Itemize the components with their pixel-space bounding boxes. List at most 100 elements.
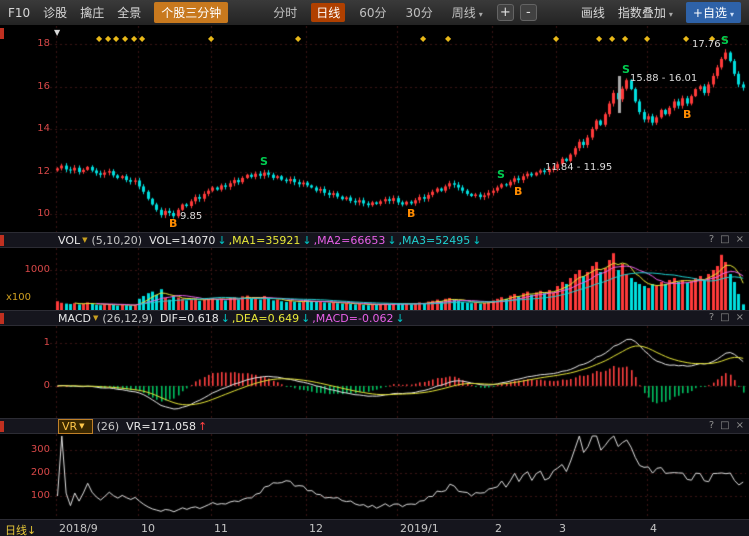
diamond-marker-icon: ◆	[105, 35, 111, 43]
trend-down-arrow-icon: ↓	[302, 234, 311, 247]
chart-corner-dropdown[interactable]: ▼	[54, 28, 60, 37]
x-axis-month-label: 2018/9	[59, 522, 98, 535]
period-tab-3[interactable]: 30分	[401, 3, 438, 22]
main-candlestick-panel: ▼ 1816141210◆◆◆◆◆◆◆◆◆◆◆◆◆◆◆◆◆◆SSSSBBBB17…	[0, 26, 749, 232]
indicator-value: VOL=14070	[149, 234, 215, 247]
sell-signal-marker: S	[721, 35, 729, 46]
add-watchlist-button[interactable]: +自选▾	[686, 2, 741, 23]
period-dropdown[interactable]: 周线▾	[447, 3, 488, 22]
stock-3min-button[interactable]: 个股三分钟	[154, 2, 228, 23]
toolbar-nav-item-0[interactable]: F10	[8, 6, 30, 20]
x-axis-month-label: 10	[141, 522, 155, 535]
vol-title-label: VOL	[58, 234, 80, 247]
volume-chart-canvas[interactable]	[0, 248, 749, 310]
diamond-marker-icon: ◆	[644, 35, 650, 43]
diamond-marker-icon: ◆	[122, 35, 128, 43]
help-icon[interactable]: ?	[709, 312, 714, 323]
macd-panel: 10	[0, 326, 749, 418]
panel-window-controls: ? □ ×	[709, 420, 744, 431]
index-overlay-label: 指数叠加	[618, 6, 666, 20]
y-axis-tick: 100	[22, 490, 50, 502]
diamond-marker-icon: ◆	[131, 35, 137, 43]
chevron-down-icon: ▾	[669, 10, 673, 19]
x-axis-month-label: 12	[309, 522, 323, 535]
close-icon[interactable]: ×	[736, 312, 744, 323]
zoom-out-button[interactable]: -	[520, 4, 537, 21]
y-axis-tick: 1	[22, 337, 50, 349]
draw-line-button[interactable]: 画线	[581, 4, 605, 21]
diamond-marker-icon: ◆	[609, 35, 615, 43]
panel-window-controls: ? □ ×	[709, 312, 744, 323]
maximize-icon[interactable]: □	[720, 312, 729, 323]
volume-panel: 1000x100	[0, 248, 749, 310]
vol-indicator-title[interactable]: VOL▼	[58, 234, 92, 247]
trend-down-arrow-icon: ↓	[472, 234, 481, 247]
main-chart-canvas[interactable]	[0, 26, 749, 232]
close-icon[interactable]: ×	[736, 420, 744, 431]
panel-left-notch	[0, 421, 4, 432]
help-icon[interactable]: ?	[709, 234, 714, 245]
period-tab-1[interactable]: 日线	[311, 3, 345, 22]
macd-params: (26,12,9)	[102, 312, 153, 325]
y-axis-tick: 12	[22, 166, 50, 178]
trend-down-arrow-icon: ↓	[217, 234, 226, 247]
buy-signal-marker: B	[407, 208, 415, 219]
y-axis-tick: 18	[22, 38, 50, 50]
buy-signal-marker: B	[169, 218, 177, 229]
zoom-in-button[interactable]: +	[497, 4, 514, 21]
toolbar-nav-item-3[interactable]: 全景	[117, 4, 141, 21]
diamond-marker-icon: ◆	[208, 35, 214, 43]
toolbar-nav-item-2[interactable]: 擒庄	[80, 4, 104, 21]
macd-chart-canvas[interactable]	[0, 326, 749, 418]
down-arrow-icon: ↓	[27, 524, 36, 536]
macd-panel-header: MACD▼ (26,12,9) DIF=0.618↓,DEA=0.649↓,MA…	[0, 310, 749, 326]
vol-values: VOL=14070↓,MA1=35921↓,MA2=66653↓,MA3=524…	[149, 234, 483, 247]
vr-params: (26)	[97, 420, 120, 433]
sell-signal-marker: S	[622, 64, 630, 75]
y-axis-tick: 1000	[22, 264, 50, 276]
maximize-icon[interactable]: □	[720, 420, 729, 431]
help-icon[interactable]: ?	[709, 420, 714, 431]
vol-panel-header: VOL▼ (5,10,20) VOL=14070↓,MA1=35921↓,MA2…	[0, 232, 749, 248]
period-tab-0[interactable]: 分时	[268, 3, 302, 22]
x-axis-month-label: 11	[214, 522, 228, 535]
vr-panel: 300200100	[0, 434, 749, 519]
trend-down-arrow-icon: ↓	[221, 312, 230, 325]
diamond-marker-icon: ◆	[295, 35, 301, 43]
x-axis-month-label: 2	[495, 522, 502, 535]
toolbar-nav-item-1[interactable]: 诊股	[43, 4, 67, 21]
y-axis-tick: 200	[22, 467, 50, 479]
trend-down-arrow-icon: ↓	[395, 312, 404, 325]
add-watchlist-label: +自选	[693, 6, 727, 20]
chevron-down-icon: ▾	[730, 10, 734, 19]
macd-indicator-title[interactable]: MACD▼	[58, 312, 102, 325]
diamond-marker-icon: ◆	[445, 35, 451, 43]
toolbar: F10诊股擒庄全景 个股三分钟 分时日线60分30分 周线▾ + - 画线 指数…	[0, 0, 749, 26]
price-annotation: 15.88 - 16.01	[630, 74, 697, 84]
vr-chart-canvas[interactable]	[0, 434, 749, 519]
vr-indicator-title[interactable]: VR▼	[58, 419, 93, 434]
diamond-marker-icon: ◆	[113, 35, 119, 43]
close-icon[interactable]: ×	[736, 234, 744, 245]
index-overlay-button[interactable]: 指数叠加▾	[618, 4, 673, 21]
indicator-value: ,DEA=0.649	[232, 312, 299, 325]
indicator-value: ,MA2=66653	[314, 234, 386, 247]
diamond-marker-icon: ◆	[553, 35, 559, 43]
trend-up-arrow-icon: ↑	[198, 420, 207, 433]
maximize-icon[interactable]: □	[720, 234, 729, 245]
trend-down-arrow-icon: ↓	[301, 312, 310, 325]
x-axis-month-label: 3	[559, 522, 566, 535]
buy-signal-marker: B	[514, 186, 522, 197]
macd-title-label: MACD	[58, 312, 91, 325]
vr-panel-header: VR▼ (26) VR=171.058↑ ?□×	[0, 418, 749, 434]
period-dropdown-label: 周线	[452, 6, 476, 20]
diamond-marker-icon: ◆	[420, 35, 426, 43]
macd-values: DIF=0.618↓,DEA=0.649↓,MACD=-0.062↓	[160, 312, 407, 325]
x-axis-month-label: 2019/1	[400, 522, 439, 535]
sell-signal-marker: S	[260, 156, 268, 167]
x-axis-period-label[interactable]: 日线↓	[5, 522, 36, 536]
period-tab-2[interactable]: 60分	[354, 3, 391, 22]
y-axis-tick: 0	[22, 380, 50, 392]
indicator-value: ,MACD=-0.062	[312, 312, 393, 325]
chevron-down-icon: ▼	[79, 422, 84, 430]
